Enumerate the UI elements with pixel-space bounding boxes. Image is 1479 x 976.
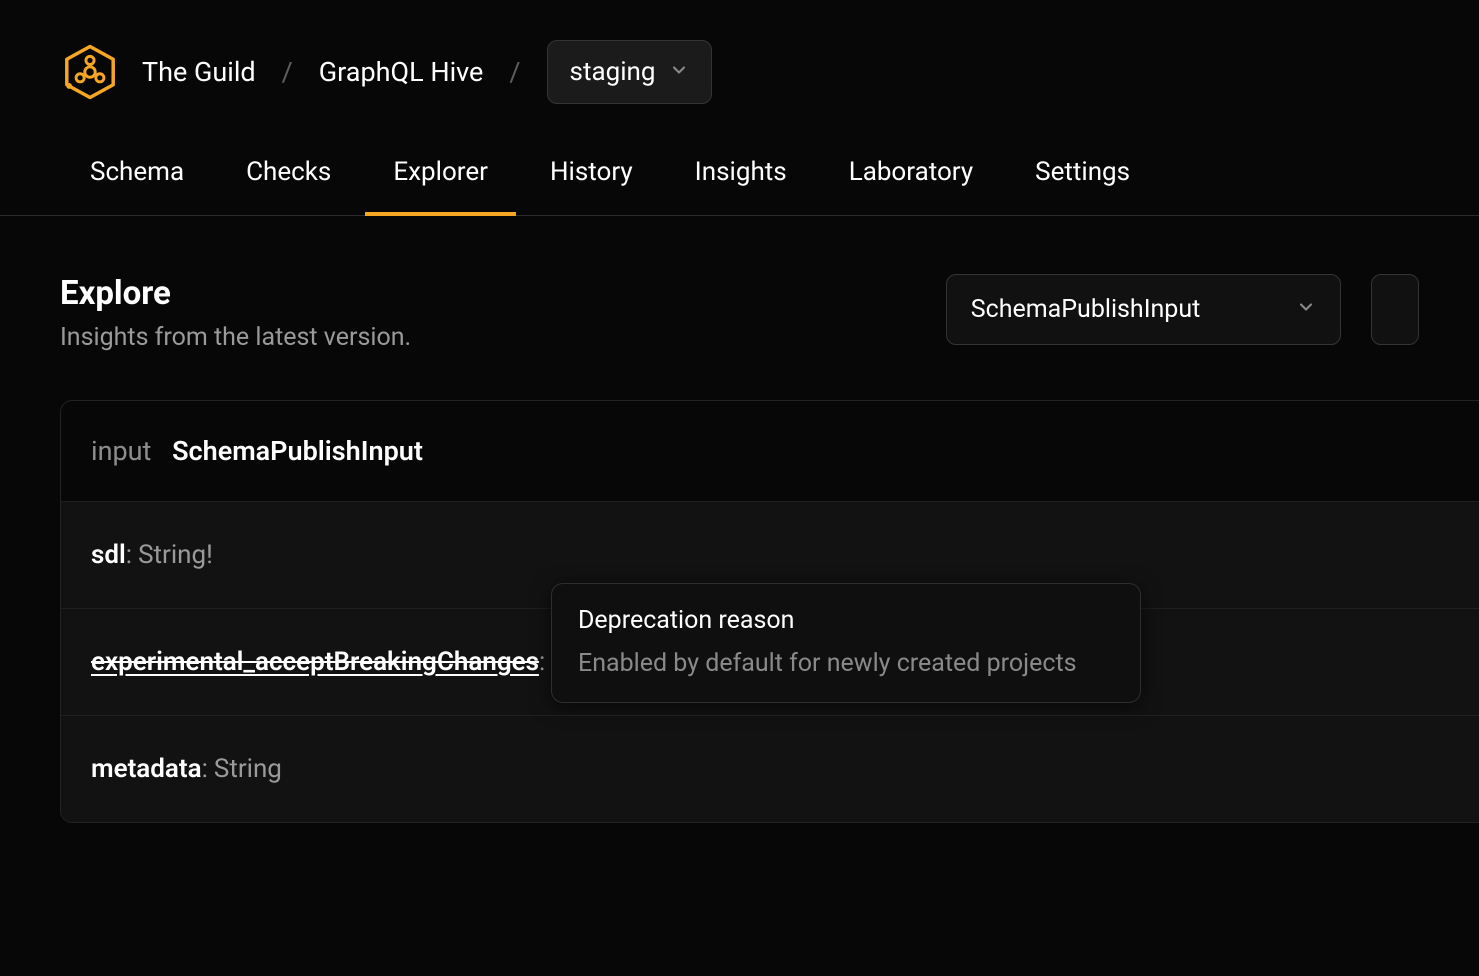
tab-explorer[interactable]: Explorer (393, 157, 488, 215)
schema-type-name: SchemaPublishInput (172, 435, 423, 467)
schema-panel-header: input SchemaPublishInput (61, 401, 1479, 501)
tab-checks[interactable]: Checks (246, 157, 331, 215)
field-name-deprecated: experimental_acceptBreakingChanges (91, 647, 539, 677)
field-name: metadata (91, 754, 202, 784)
breadcrumb-separator: / (282, 56, 293, 88)
tooltip-body: Enabled by default for newly created pro… (578, 649, 1114, 678)
type-selector[interactable]: SchemaPublishInput (946, 274, 1341, 345)
field-type: String! (138, 540, 213, 570)
page-subtitle: Insights from the latest version. (60, 323, 411, 352)
page-title: Explore (60, 274, 411, 313)
breadcrumb: The Guild / GraphQL Hive / staging (142, 40, 712, 104)
chevron-down-icon (669, 57, 689, 87)
field-name: sdl (91, 540, 126, 570)
tab-laboratory[interactable]: Laboratory (849, 157, 973, 215)
breadcrumb-org[interactable]: The Guild (142, 56, 256, 88)
hive-logo-icon (60, 42, 120, 102)
tab-schema[interactable]: Schema (90, 157, 184, 215)
header: The Guild / GraphQL Hive / staging (0, 0, 1479, 129)
field-colon: : (202, 754, 208, 784)
schema-panel-body: sdl: String! experimental_acceptBreaking… (61, 501, 1479, 822)
tooltip-title: Deprecation reason (578, 606, 1114, 635)
breadcrumb-project[interactable]: GraphQL Hive (319, 56, 484, 88)
type-selector-value: SchemaPublishInput (971, 295, 1201, 324)
schema-panel: input SchemaPublishInput sdl: String! ex… (60, 400, 1479, 823)
extra-button[interactable] (1371, 274, 1419, 345)
chevron-down-icon (1296, 295, 1316, 324)
tab-settings[interactable]: Settings (1035, 157, 1130, 215)
page-heading-text: Explore Insights from the latest version… (60, 274, 411, 352)
schema-field-row[interactable]: experimental_acceptBreakingChanges: Depr… (61, 608, 1479, 715)
environment-selector[interactable]: staging (547, 40, 713, 104)
field-colon: : (539, 647, 545, 677)
breadcrumb-separator: / (509, 56, 520, 88)
page-heading-controls: SchemaPublishInput (946, 274, 1419, 345)
tab-bar: Schema Checks Explorer History Insights … (0, 129, 1479, 216)
tab-insights[interactable]: Insights (695, 157, 787, 215)
page-heading-row: Explore Insights from the latest version… (0, 216, 1479, 352)
field-type: String (214, 754, 282, 784)
deprecation-tooltip: Deprecation reason Enabled by default fo… (551, 583, 1141, 703)
schema-keyword: input (91, 435, 151, 467)
schema-field-row[interactable]: metadata: String (61, 715, 1479, 822)
tab-history[interactable]: History (550, 157, 633, 215)
environment-label: staging (570, 57, 656, 87)
field-colon: : (126, 540, 132, 570)
